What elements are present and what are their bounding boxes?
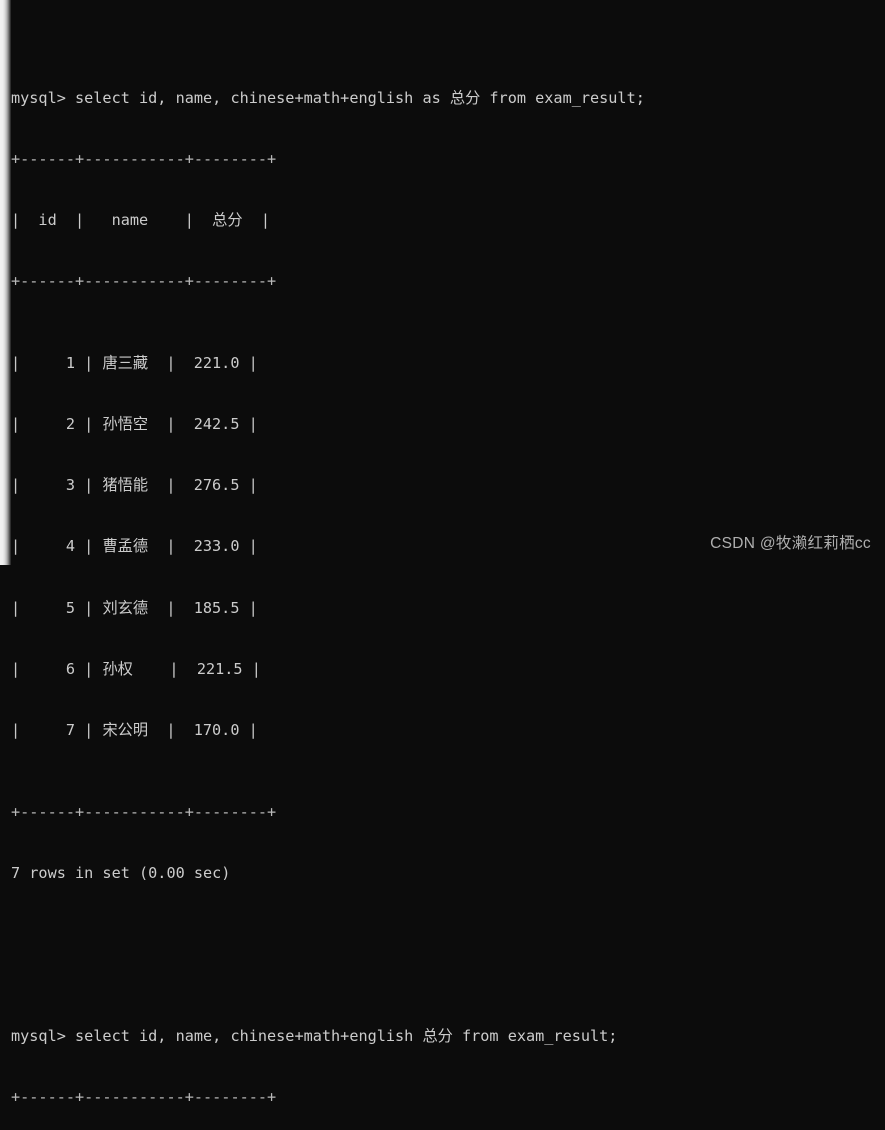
cell-id: 7 <box>20 721 76 740</box>
cell-total: 221.0 <box>193 353 240 372</box>
table-separator-top: +------+-----------+--------+ <box>11 1088 277 1107</box>
cell-id: 6 <box>20 659 76 678</box>
table-row: | 5 | 刘玄德 | 185.5 | <box>11 598 258 617</box>
cell-name: 曹孟德 <box>102 537 149 556</box>
cell-total: 242.5 <box>193 415 240 434</box>
cell-id: 3 <box>20 476 76 495</box>
cell-total: 276.5 <box>193 476 240 495</box>
cell-total: 221.5 <box>196 659 243 678</box>
table-row: | 3 | 猪悟能 | 276.5 | <box>11 476 258 495</box>
cell-total: 233.0 <box>193 537 240 556</box>
table-row: | 2 | 孙悟空 | 242.5 | <box>11 415 258 434</box>
cell-id: 5 <box>20 598 76 617</box>
sql-command: mysql> select id, name, chinese+math+eng… <box>11 88 645 107</box>
cell-name: 孙悟空 <box>102 415 149 434</box>
table-row: | 6 | 孙权 | 221.5 | <box>11 659 261 678</box>
terminal-window: mysql> select id, name, chinese+math+eng… <box>0 0 885 1107</box>
cell-total: 185.5 <box>193 598 240 617</box>
cell-name: 宋公明 <box>102 721 149 740</box>
table-separator-bottom: +------+-----------+--------+ <box>11 802 277 821</box>
cell-id: 2 <box>20 415 76 434</box>
result-status: 7 rows in set (0.00 sec) <box>11 863 231 882</box>
cell-name: 孙权 <box>102 659 133 678</box>
table-header-row: | id | name | 总分 | <box>11 211 270 230</box>
cell-total: 170.0 <box>193 721 240 740</box>
table-row: | 1 | 唐三藏 | 221.0 | <box>11 353 258 372</box>
terminal-output[interactable]: mysql> select id, name, chinese+math+eng… <box>11 0 885 1107</box>
watermark-text: CSDN @牧濑红莉栖cc <box>710 535 871 552</box>
table-separator-header: +------+-----------+--------+ <box>11 272 277 291</box>
table-row: | 7 | 宋公明 | 170.0 | <box>11 721 258 740</box>
sql-command: mysql> select id, name, chinese+math+eng… <box>11 1027 618 1046</box>
cell-id: 1 <box>20 353 76 372</box>
table-separator-top: +------+-----------+--------+ <box>11 149 277 168</box>
cell-name: 刘玄德 <box>102 598 149 617</box>
cell-name: 猪悟能 <box>102 476 149 495</box>
scrollbar-left[interactable] <box>0 0 11 565</box>
cell-id: 4 <box>20 537 76 556</box>
cell-name: 唐三藏 <box>102 353 149 372</box>
